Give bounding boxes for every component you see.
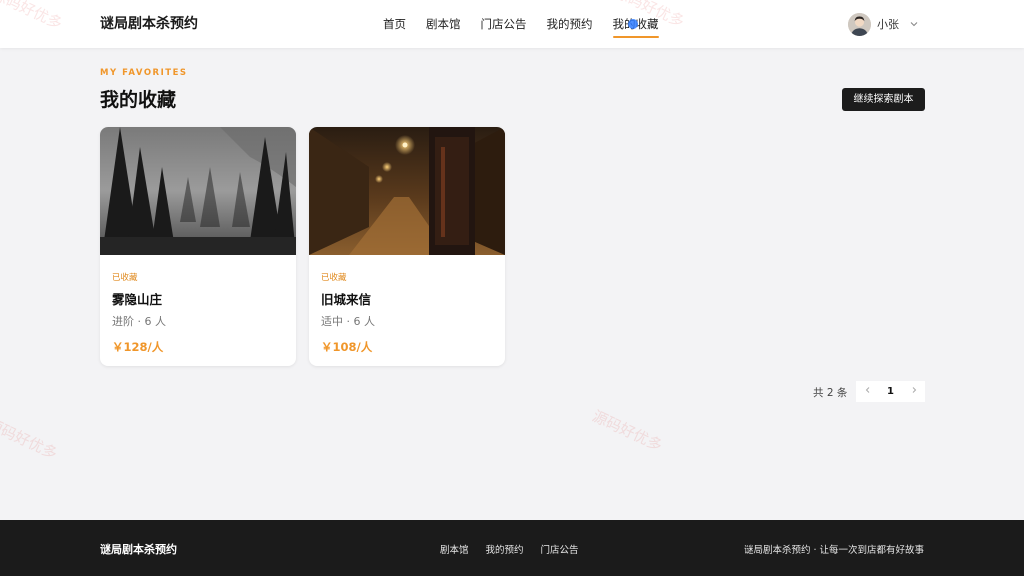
watermark: 源码好优多 bbox=[0, 414, 61, 463]
old-city-street-cover-image bbox=[309, 127, 505, 255]
nav-home[interactable]: 首页 bbox=[383, 0, 406, 48]
nav-my-bookings[interactable]: 我的预约 bbox=[547, 0, 593, 48]
nav-scripts[interactable]: 剧本馆 bbox=[426, 0, 461, 48]
nav-announcements[interactable]: 门店公告 bbox=[481, 0, 527, 48]
card-body: 已收藏 旧城来信 适中 · 6 人 ￥108/人 bbox=[309, 255, 505, 366]
footer-links: 剧本馆 我的预约 门店公告 bbox=[440, 542, 596, 556]
footer-link-my-bookings[interactable]: 我的预约 bbox=[486, 542, 524, 556]
page-title: 我的收藏 bbox=[100, 89, 177, 111]
next-page-button[interactable] bbox=[902, 381, 925, 402]
user-menu[interactable]: 小张 bbox=[848, 12, 919, 36]
card-body: 已收藏 雾隐山庄 进阶 · 6 人 ￥128/人 bbox=[100, 255, 296, 366]
card-title: 旧城来信 bbox=[321, 292, 372, 307]
pagination-total: 共 2 条 bbox=[813, 387, 848, 399]
watermark: 源码好优多 bbox=[589, 406, 666, 455]
card-price: ￥128/人 bbox=[112, 340, 164, 354]
chevron-down-icon bbox=[910, 22, 918, 27]
card-price: ￥108/人 bbox=[321, 340, 373, 354]
prev-page-button[interactable] bbox=[856, 381, 879, 402]
user-name: 小张 bbox=[877, 18, 899, 31]
section-eyebrow: MY FAVORITES bbox=[100, 68, 188, 78]
footer-link-announcements[interactable]: 门店公告 bbox=[541, 542, 579, 556]
user-avatar-icon bbox=[848, 12, 871, 36]
card-meta: 适中 · 6 人 bbox=[321, 315, 375, 328]
mouse-cursor-indicator bbox=[628, 19, 638, 29]
favorite-card[interactable]: 已收藏 雾隐山庄 进阶 · 6 人 ￥128/人 bbox=[100, 127, 296, 366]
top-header: 谜局剧本杀预约 首页 剧本馆 门店公告 我的预约 我的收藏 小张 bbox=[0, 0, 1024, 48]
card-title: 雾隐山庄 bbox=[112, 292, 163, 307]
footer-link-scripts[interactable]: 剧本馆 bbox=[440, 542, 469, 556]
continue-exploring-button[interactable]: 继续探索剧本 bbox=[842, 88, 925, 111]
page-number[interactable]: 1 bbox=[879, 381, 902, 402]
pagination: 1 bbox=[856, 381, 925, 402]
favorited-tag: 已收藏 bbox=[321, 273, 347, 283]
favorite-card[interactable]: 已收藏 旧城来信 适中 · 6 人 ￥108/人 bbox=[309, 127, 505, 366]
chevron-left-icon bbox=[865, 387, 869, 393]
misty-forest-cover-image bbox=[100, 127, 296, 255]
brand-logo-text[interactable]: 谜局剧本杀预约 bbox=[100, 14, 198, 34]
footer-brand[interactable]: 谜局剧本杀预约 bbox=[100, 541, 177, 557]
card-meta: 进阶 · 6 人 bbox=[112, 315, 166, 328]
chevron-right-icon bbox=[912, 387, 916, 393]
favorited-tag: 已收藏 bbox=[112, 273, 138, 283]
avatar bbox=[848, 12, 871, 36]
footer-slogan: 谜局剧本杀预约 · 让每一次到店都有好故事 bbox=[743, 545, 924, 556]
site-footer: 谜局剧本杀预约 剧本馆 我的预约 门店公告 谜局剧本杀预约 · 让每一次到店都有… bbox=[0, 520, 1024, 576]
